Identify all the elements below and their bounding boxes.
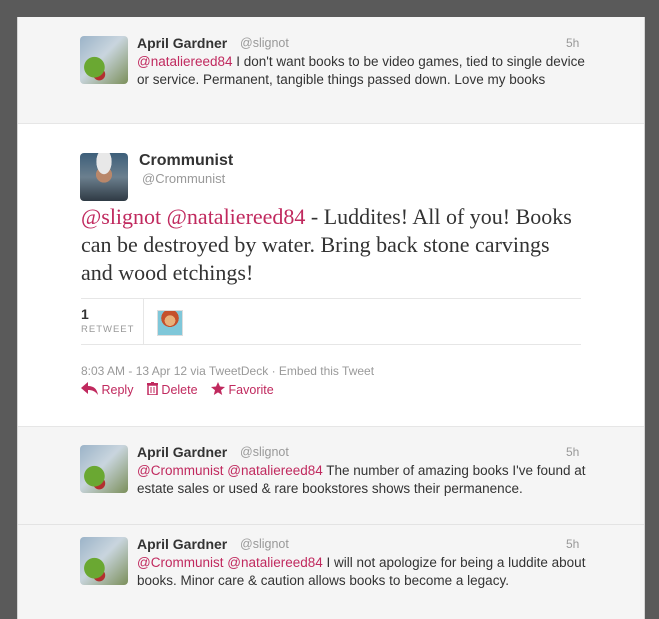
divider (81, 344, 581, 345)
tweet-actions: Reply Delete Favorite (81, 382, 274, 397)
reply-tweet[interactable]: April Gardner @slignot 5h @Crommunist @n… (18, 426, 644, 524)
mention-link[interactable]: @nataliereed84 (227, 555, 323, 570)
tweet-meta: 8:03 AM - 13 Apr 12 via TweetDeck · Embe… (81, 364, 374, 378)
tweet-conversation-frame: April Gardner @slignot 5h @nataliereed84… (17, 17, 645, 619)
mention-link[interactable]: @Crommunist (137, 555, 223, 570)
avatar[interactable] (80, 537, 128, 585)
embed-tweet-link[interactable]: Embed this Tweet (279, 364, 374, 378)
mention-link[interactable]: @nataliereed84 (227, 463, 323, 478)
divider (81, 298, 581, 299)
reply-icon (81, 382, 98, 395)
tweet-timestamp[interactable]: 8:03 AM - 13 Apr 12 via TweetDeck (81, 364, 268, 378)
retweet-label: RETWEET (81, 324, 135, 335)
author-name[interactable]: April Gardner (137, 536, 227, 552)
reply-label: Reply (101, 383, 134, 397)
reply-button[interactable]: Reply (81, 382, 137, 397)
tweet-time[interactable]: 5h (566, 445, 579, 459)
retweeter-avatar[interactable] (157, 310, 183, 336)
mention-link[interactable]: @slignot (81, 204, 161, 229)
avatar[interactable] (80, 445, 128, 493)
context-tweet[interactable]: April Gardner @slignot 5h @nataliereed84… (18, 17, 644, 123)
author-handle[interactable]: @Crommunist (142, 171, 225, 186)
separator: · (271, 364, 279, 378)
retweet-count[interactable]: 1 (81, 306, 89, 322)
author-name[interactable]: April Gardner (137, 35, 227, 51)
divider (143, 299, 144, 344)
tweet-text: @Crommunist @nataliereed84 The number of… (137, 462, 589, 498)
tweet-time[interactable]: 5h (566, 36, 579, 50)
author-handle[interactable]: @slignot (240, 445, 289, 459)
mention-link[interactable]: @Crommunist (137, 463, 223, 478)
author-name[interactable]: April Gardner (137, 444, 227, 460)
avatar[interactable] (80, 153, 128, 201)
reply-tweet[interactable]: April Gardner @slignot 5h @Crommunist @n… (18, 525, 644, 619)
favorite-label: Favorite (228, 383, 274, 397)
avatar[interactable] (80, 36, 128, 84)
tweet-text: @slignot @nataliereed84 - Luddites! All … (81, 203, 581, 287)
favorite-button[interactable]: Favorite (211, 382, 274, 397)
tweet-text: @nataliereed84 I don't want books to be … (137, 53, 589, 89)
mention-link[interactable]: @nataliereed84 (167, 204, 306, 229)
trash-icon (146, 382, 158, 396)
star-icon (211, 382, 226, 395)
delete-button[interactable]: Delete (146, 382, 201, 397)
expanded-tweet: Crommunist @Crommunist @slignot @natalie… (18, 123, 644, 427)
mention-link[interactable]: @nataliereed84 (137, 54, 233, 69)
author-handle[interactable]: @slignot (240, 36, 289, 50)
tweet-time[interactable]: 5h (566, 537, 579, 551)
tweet-text: @Crommunist @nataliereed84 I will not ap… (137, 554, 589, 590)
author-name[interactable]: Crommunist (139, 152, 233, 170)
author-handle[interactable]: @slignot (240, 537, 289, 551)
delete-label: Delete (161, 383, 198, 397)
